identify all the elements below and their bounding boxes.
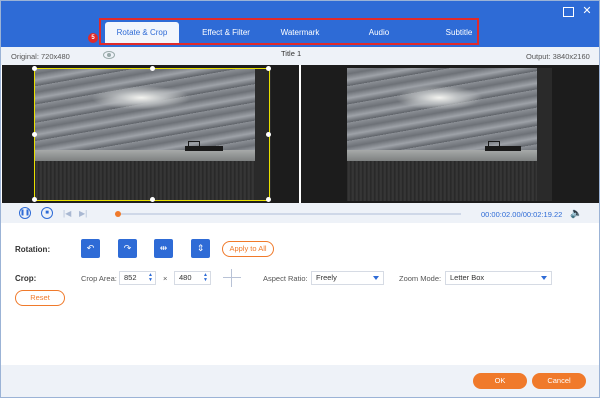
playback-bar: ❚❚ ■ |◀ ▶| 00:00:02.00/00:02:19.22 🔈 — [1, 203, 599, 223]
time-readout: 00:00:02.00/00:02:19.22 — [481, 210, 563, 219]
pause-icon[interactable]: ❚❚ — [19, 207, 31, 219]
rotate-left-icon[interactable]: ↶ — [81, 239, 100, 258]
tab-rotate-crop[interactable]: Rotate & Crop — [105, 22, 179, 43]
crop-height-value: 480 — [179, 273, 192, 282]
zoom-mode-label: Zoom Mode: — [399, 274, 442, 283]
rotate-right-icon[interactable]: ↷ — [118, 239, 137, 258]
eye-icon[interactable] — [103, 51, 115, 59]
ok-button[interactable]: OK — [473, 373, 527, 389]
crop-handle[interactable] — [150, 66, 155, 71]
aspect-ratio-select[interactable]: Freely — [311, 271, 384, 285]
crop-width-value: 852 — [124, 273, 137, 282]
output-preview — [301, 65, 599, 203]
zoom-mode-select[interactable]: Letter Box — [445, 271, 552, 285]
tab-effect-filter[interactable]: Effect & Filter — [189, 22, 263, 43]
restore-icon[interactable] — [561, 4, 575, 18]
crop-handle[interactable] — [266, 66, 271, 71]
crop-width-input[interactable]: 852 ▲ ▼ — [119, 271, 156, 285]
video-title: Title 1 — [281, 49, 302, 58]
zoom-mode-value: Letter Box — [450, 273, 485, 282]
chevron-down-icon — [541, 276, 547, 280]
tab-watermark[interactable]: Watermark — [265, 22, 335, 43]
crop-handle[interactable] — [32, 197, 37, 202]
chevron-down-icon — [373, 276, 379, 280]
reset-button[interactable]: Reset — [15, 290, 65, 306]
step-badge: 5 — [88, 33, 98, 43]
tab-strip: Rotate & Crop Effect & Filter Watermark … — [105, 22, 477, 44]
original-resolution: Original: 720x480 — [11, 52, 70, 61]
rotation-label: Rotation: — [15, 245, 51, 254]
crop-handle[interactable] — [266, 197, 271, 202]
output-resolution: Output: 3840x2160 — [526, 52, 590, 61]
center-crop-icon[interactable] — [223, 269, 241, 287]
volume-icon[interactable]: 🔈 — [570, 208, 582, 219]
crop-area-label: Crop Area: — [81, 274, 117, 283]
output-frame — [347, 68, 552, 201]
crop-label: Crop: — [15, 274, 37, 283]
info-bar: Original: 720x480 Title 1 Output: 3840x2… — [1, 47, 599, 65]
spinner-icon[interactable]: ▲ ▼ — [148, 273, 153, 283]
flip-horizontal-icon[interactable]: ⇹ — [154, 239, 173, 258]
crop-frame[interactable] — [32, 66, 271, 202]
progress-track[interactable] — [115, 213, 461, 215]
apply-to-all-button[interactable]: Apply to All — [222, 241, 274, 257]
times-symbol: × — [163, 274, 168, 283]
crop-handle[interactable] — [150, 197, 155, 202]
crop-height-input[interactable]: 480 ▲ ▼ — [174, 271, 211, 285]
crop-handle[interactable] — [266, 132, 271, 137]
tab-subtitle[interactable]: Subtitle — [431, 22, 487, 43]
crop-handle[interactable] — [32, 66, 37, 71]
progress-thumb[interactable] — [115, 211, 121, 217]
aspect-ratio-value: Freely — [316, 273, 337, 282]
close-icon[interactable]: ✕ — [580, 4, 594, 18]
spinner-icon[interactable]: ▲ ▼ — [203, 273, 208, 283]
crop-handle[interactable] — [32, 132, 37, 137]
next-frame-icon[interactable]: ▶| — [79, 209, 87, 218]
editor-window: ✕ 5 Rotate & Crop Effect & Filter Waterm… — [0, 0, 600, 398]
flip-vertical-icon[interactable]: ⇕ — [191, 239, 210, 258]
stop-icon[interactable]: ■ — [41, 207, 53, 219]
previous-frame-icon[interactable]: |◀ — [63, 209, 71, 218]
aspect-ratio-label: Aspect Ratio: — [263, 274, 308, 283]
tab-audio[interactable]: Audio — [353, 22, 405, 43]
cancel-button[interactable]: Cancel — [532, 373, 586, 389]
